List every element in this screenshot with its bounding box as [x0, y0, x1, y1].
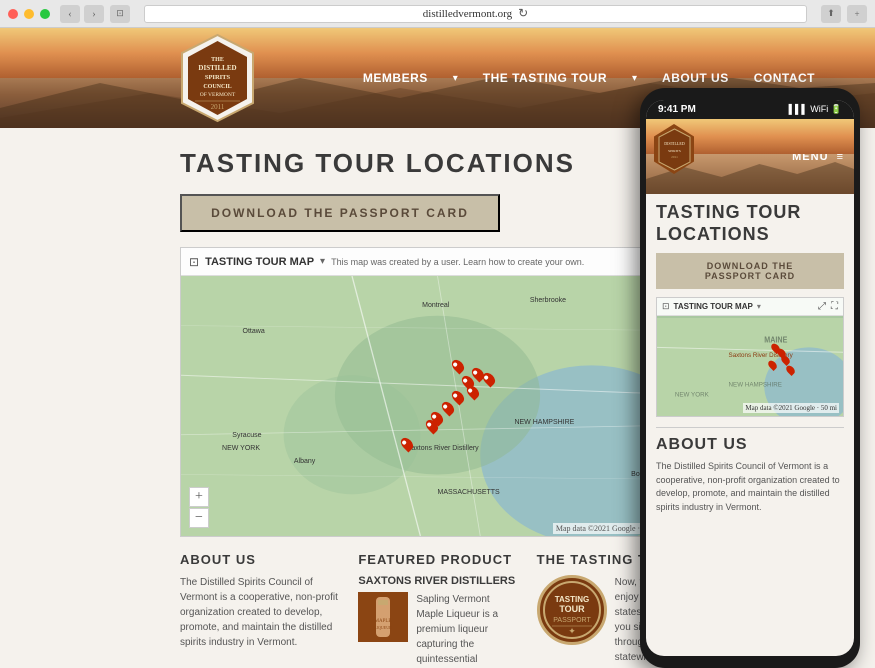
url-text: distilledvermont.org	[423, 8, 512, 20]
phone-content: TASTING TOUR LOCATIONS DOWNLOAD THE PASS…	[646, 194, 854, 522]
nav-about-us[interactable]: ABOUT US	[662, 71, 729, 85]
download-passport-button[interactable]: DOWNLOAD THE PASSPORT CARD	[180, 194, 500, 232]
site-logo[interactable]: THE DISTILLED SPIRITS COUNCIL OF VERMONT…	[180, 33, 255, 123]
svg-text:MAPLE: MAPLE	[375, 619, 392, 624]
browser-minimize-dot[interactable]	[24, 9, 34, 19]
map-container: ⊡ TASTING TOUR MAP ▾ This map was create…	[180, 247, 695, 537]
browser-forward-button[interactable]: ›	[84, 5, 104, 23]
phone-map-header: ⊡ TASTING TOUR MAP ▾ ⤢ ⛶	[657, 298, 843, 316]
page-title: TASTING TOUR LOCATIONS	[180, 148, 695, 179]
nav-members[interactable]: MEMBERS	[363, 71, 428, 85]
svg-text:NEW HAMPSHIRE: NEW HAMPSHIRE	[729, 382, 783, 389]
phone-page-title: TASTING TOUR LOCATIONS	[656, 202, 844, 245]
svg-text:NEW YORK: NEW YORK	[675, 391, 709, 398]
map-title: TASTING TOUR MAP	[205, 256, 314, 268]
site-nav: MEMBERS ▾ THE TASTING TOUR ▾ ABOUT US CO…	[363, 71, 815, 85]
phone-about-text: The Distilled Spirits Council of Vermont…	[656, 460, 844, 514]
website: THE DISTILLED SPIRITS COUNCIL OF VERMONT…	[0, 28, 875, 668]
phone-map-svg: MAINE NEW HAMPSHIRE NEW YORK Saxtons Riv…	[657, 318, 843, 416]
map-subtitle: This map was created by a user. Learn ho…	[331, 257, 584, 267]
browser-chrome: ‹ › ⊡ distilledvermont.org ↻ ⬆ +	[0, 0, 875, 28]
map-label-montreal: Montreal	[422, 302, 449, 309]
phone-map-container: ⊡ TASTING TOUR MAP ▾ ⤢ ⛶ MAINE	[656, 297, 844, 417]
phone-map-icon: ⊡	[662, 301, 670, 312]
footer-about-col: ABOUT US The Distilled Spirits Council o…	[180, 552, 338, 668]
map-label-newyork: NEW YORK	[222, 445, 260, 452]
phone-map-bg: MAINE NEW HAMPSHIRE NEW YORK Saxtons Riv…	[657, 318, 843, 416]
phone-screen: 9:41 PM ▌▌▌ WiFi 🔋 DISTILLED SPIRITS 201…	[646, 100, 854, 656]
featured-text: Sapling Vermont Maple Liqueur is a premi…	[416, 592, 516, 668]
passport-emblem: TASTING TOUR PASSPORT ✦	[537, 575, 607, 645]
phone-map-controls: ⤢ ⛶	[818, 301, 838, 312]
browser-maximize-dot[interactable]	[40, 9, 50, 19]
browser-nav: ‹ ›	[60, 5, 104, 23]
svg-text:✦: ✦	[568, 626, 576, 636]
phone-overlay: 9:41 PM ▌▌▌ WiFi 🔋 DISTILLED SPIRITS 201…	[640, 88, 860, 668]
featured-title: FEATURED PRODUCT	[358, 552, 516, 567]
tasting-tour-dropdown-icon: ▾	[632, 73, 637, 84]
map-label-sherbrooke: Sherbrooke	[530, 297, 566, 304]
browser-newtab-button[interactable]: +	[847, 5, 867, 23]
phone-about-section: ABOUT US The Distilled Spirits Council o…	[656, 427, 844, 514]
svg-text:TASTING: TASTING	[554, 595, 589, 604]
phone-map-attribution: Map data ©2021 Google · 50 mi	[743, 403, 839, 413]
svg-text:SPIRITS: SPIRITS	[205, 74, 231, 81]
members-dropdown-icon: ▾	[453, 73, 458, 84]
svg-text:DISTILLED: DISTILLED	[664, 141, 685, 146]
map-label-massachusetts: MASSACHUSETTS	[438, 489, 500, 496]
product-image: MAPLE LIQUEUR	[358, 592, 408, 642]
about-text1: The Distilled Spirits Council of Vermont…	[180, 575, 338, 650]
map-label-newhampshire: NEW HAMPSHIRE	[514, 419, 574, 426]
browser-close-dot[interactable]	[8, 9, 18, 19]
svg-text:LIQUEUR: LIQUEUR	[375, 625, 393, 630]
svg-text:OF VERMONT: OF VERMONT	[200, 92, 236, 98]
featured-subtitle: SAXTONS RIVER DISTILLERS	[358, 575, 516, 587]
map-label-ottawa: Ottawa	[243, 328, 265, 335]
phone-map-fullscreen-icon[interactable]: ⛶	[831, 301, 838, 312]
phone-map-title: TASTING TOUR MAP	[674, 302, 753, 311]
browser-back-button[interactable]: ‹	[60, 5, 80, 23]
svg-text:2011: 2011	[211, 103, 225, 111]
reload-icon[interactable]: ↻	[518, 6, 528, 21]
product-img-svg: MAPLE LIQUEUR	[358, 592, 408, 642]
map-zoom-out[interactable]: −	[189, 508, 209, 528]
phone-map-share-icon[interactable]: ⤢	[818, 301, 826, 312]
about-title: ABOUT US	[180, 552, 338, 567]
phone-about-title: ABOUT US	[656, 427, 844, 454]
map-label-syracuse: Syracuse	[232, 432, 261, 439]
map-svg	[181, 276, 694, 536]
svg-text:TOUR: TOUR	[559, 604, 585, 614]
footer-featured-col: FEATURED PRODUCT SAXTONS RIVER DISTILLER…	[358, 552, 516, 668]
map-label-saxtonsriver: Saxtons River Distillery	[407, 445, 479, 452]
phone-download-button[interactable]: DOWNLOAD THE PASSPORT CARD	[656, 253, 844, 289]
nav-contact[interactable]: CONTACT	[754, 71, 815, 85]
logo-hexagon: THE DISTILLED SPIRITS COUNCIL OF VERMONT…	[180, 33, 255, 123]
nav-tasting-tour[interactable]: THE TASTING TOUR	[483, 71, 607, 85]
svg-text:2011: 2011	[671, 155, 678, 159]
map-header: ⊡ TASTING TOUR MAP ▾ This map was create…	[181, 248, 694, 276]
browser-window-button[interactable]: ⊡	[110, 5, 130, 23]
svg-text:PASSPORT: PASSPORT	[553, 617, 591, 624]
phone-logo-svg: DISTILLED SPIRITS 2011	[657, 127, 692, 172]
map-zoom-in[interactable]: +	[189, 487, 209, 507]
map-dropdown-icon[interactable]: ▾	[320, 256, 325, 267]
phone-status-bar: 9:41 PM ▌▌▌ WiFi 🔋	[646, 100, 854, 119]
map-label-albany: Albany	[294, 458, 315, 465]
featured-product-row: MAPLE LIQUEUR Sapling Vermont Maple Liqu…	[358, 592, 516, 668]
map-background: Ottawa Montreal Sherbrooke MAINE NEW YOR…	[181, 276, 694, 536]
phone-map-dropdown[interactable]: ▾	[757, 302, 761, 311]
svg-text:COUNCIL: COUNCIL	[203, 84, 231, 90]
svg-text:THE: THE	[211, 57, 224, 63]
svg-text:DISTILLED: DISTILLED	[198, 64, 236, 72]
phone-header: DISTILLED SPIRITS 2011 MENU ≡	[646, 119, 854, 194]
address-bar[interactable]: distilledvermont.org ↻	[144, 5, 807, 23]
map-icon: ⊡	[189, 255, 199, 269]
map-terrain	[181, 276, 694, 536]
map-zoom-controls: + −	[189, 487, 209, 528]
passport-svg: TASTING TOUR PASSPORT ✦	[542, 580, 602, 640]
phone-time: 9:41 PM	[658, 104, 696, 115]
svg-text:SPIRITS: SPIRITS	[668, 149, 681, 153]
browser-share-button[interactable]: ⬆	[821, 5, 841, 23]
phone-status-icons: ▌▌▌ WiFi 🔋	[789, 104, 842, 115]
